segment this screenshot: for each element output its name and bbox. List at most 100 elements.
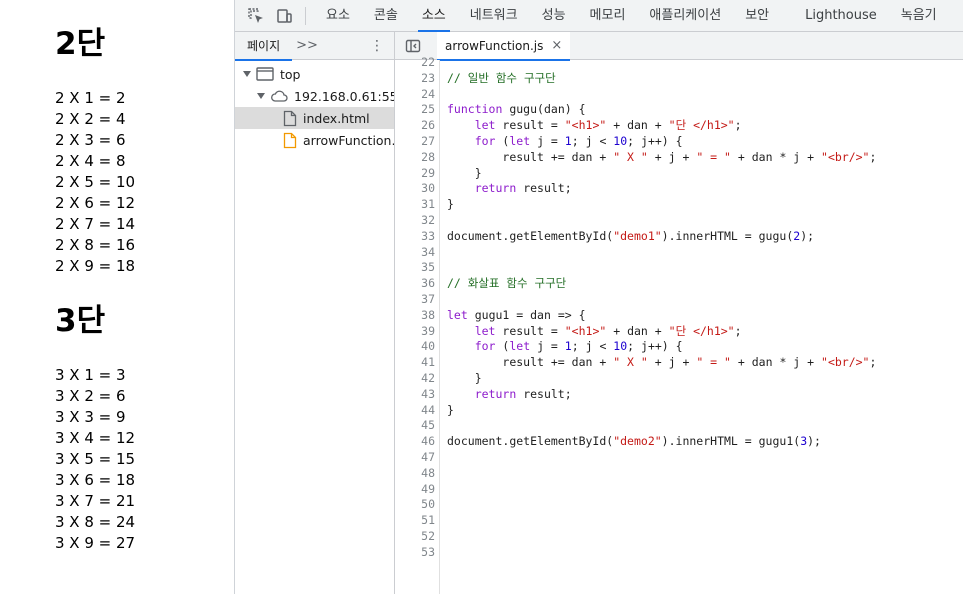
gugu-list-3: 3 X 1 = 3 3 X 2 = 6 3 X 3 = 9 3 X 4 = 12 3 X…	[55, 365, 234, 554]
line-number[interactable]: 42	[421, 371, 435, 387]
code-line[interactable]: document.getElementById("demo1").innerHT…	[447, 229, 814, 245]
line-number[interactable]: 46	[421, 434, 435, 450]
line-number[interactable]: 26	[421, 118, 435, 134]
line-number[interactable]: 53	[421, 545, 435, 561]
devtools-tab[interactable]: 녹음기	[889, 0, 949, 32]
device-toolbar-icon[interactable]	[275, 7, 293, 25]
line-number[interactable]: 48	[421, 466, 435, 482]
tree-item[interactable]: index.html	[235, 107, 394, 129]
line-number[interactable]: 29	[421, 166, 435, 182]
navigator-header: 페이지 >> ⋮	[235, 32, 394, 61]
line-number[interactable]: 35	[421, 260, 435, 276]
code-line[interactable]: }	[447, 371, 482, 387]
heading-dan-3: 3단	[55, 303, 106, 339]
line-number[interactable]: 50	[421, 497, 435, 513]
line-number[interactable]: 31	[421, 197, 435, 213]
gugu-line: 3 X 4 = 12	[55, 429, 136, 447]
line-number[interactable]: 45	[421, 418, 435, 434]
line-number[interactable]: 40	[421, 339, 435, 355]
gugu-line: 3 X 1 = 3	[55, 366, 126, 384]
devtools-tabs: 요소 콘솔 소스 네트워크 성능 메모리 애플리케이션 보안 Lighthouse 녹음기	[314, 0, 949, 32]
code-line[interactable]: }	[447, 403, 454, 419]
code-line[interactable]: let gugu1 = dan => {	[447, 308, 586, 324]
gugu-line: 3 X 3 = 9	[55, 408, 126, 426]
line-number[interactable]: 25	[421, 102, 435, 118]
devtools-tab[interactable]: Lighthouse	[793, 0, 889, 32]
line-number[interactable]: 43	[421, 387, 435, 403]
code-line[interactable]: }	[447, 197, 454, 213]
more-tabs-button[interactable]: >>	[292, 38, 322, 53]
code-line[interactable]: return result;	[447, 387, 572, 403]
devtools-toolbar: 요소 콘솔 소스 네트워크 성능 메모리 애플리케이션 보안 Lighthouse 녹음기	[235, 0, 963, 32]
line-number[interactable]: 49	[421, 482, 435, 498]
editor-tabs: arrowFunction.js ×	[395, 31, 963, 61]
inspect-element-icon[interactable]	[247, 7, 265, 25]
devtools-panel: 요소 콘솔 소스 네트워크 성능 메모리 애플리케이션 보안 Lighthouse 녹음기 페이지…	[234, 0, 963, 594]
tree-item[interactable]: 192.168.0.61:5500	[235, 85, 394, 107]
line-number[interactable]: 44	[421, 403, 435, 419]
file-tab-arrowfunction[interactable]: arrowFunction.js ×	[437, 31, 571, 61]
line-number[interactable]: 36	[421, 276, 435, 292]
line-number[interactable]: 23	[421, 71, 435, 87]
tree-item[interactable]: arrowFunction.js	[235, 129, 394, 151]
kebab-menu-icon[interactable]: ⋮	[370, 38, 384, 54]
gugu-line: 3 X 5 = 15	[55, 450, 136, 468]
gugu-line: 2 X 8 = 16	[55, 236, 136, 254]
line-number[interactable]: 37	[421, 292, 435, 308]
line-number[interactable]: 33	[421, 229, 435, 245]
code-line[interactable]: for (let j = 1; j < 10; j++) {	[447, 134, 683, 150]
devtools-tab[interactable]: 보안	[733, 0, 781, 32]
line-number[interactable]: 34	[421, 245, 435, 261]
line-number[interactable]: 28	[421, 150, 435, 166]
devtools-tab[interactable]: 메모리	[578, 0, 638, 32]
close-tab-icon[interactable]: ×	[551, 38, 562, 53]
gugu-line: 2 X 5 = 10	[55, 173, 136, 191]
line-number[interactable]: 22	[421, 55, 435, 71]
gugu-line: 2 X 1 = 2	[55, 89, 126, 107]
line-number[interactable]: 38	[421, 308, 435, 324]
gugu-line: 2 X 7 = 14	[55, 215, 136, 233]
cloud-icon	[270, 89, 288, 103]
tab-page[interactable]: 페이지	[235, 32, 293, 61]
code-line[interactable]: let result = "<h1>" + dan + "단 </h1>";	[447, 118, 742, 134]
gugu-list-2: 2 X 1 = 2 2 X 2 = 4 2 X 3 = 6 2 X 4 = 8 2 X …	[55, 88, 234, 277]
expand-triangle-icon[interactable]	[243, 71, 251, 77]
line-number[interactable]: 41	[421, 355, 435, 371]
toolbar-separator	[305, 6, 306, 25]
code-line[interactable]: return result;	[447, 181, 572, 197]
gugu-line: 2 X 9 = 18	[55, 257, 136, 275]
toggle-navigator-icon[interactable]	[405, 38, 421, 54]
gugu-line: 2 X 3 = 6	[55, 131, 126, 149]
devtools-tab[interactable]: 애플리케이션	[637, 0, 733, 32]
devtools-tab[interactable]: 소스	[410, 0, 458, 32]
gugu-line: 3 X 8 = 24	[55, 513, 136, 531]
line-number[interactable]: 30	[421, 181, 435, 197]
line-number[interactable]: 24	[421, 87, 435, 103]
line-number[interactable]: 51	[421, 513, 435, 529]
devtools-tab[interactable]: 요소	[314, 0, 362, 32]
code-line[interactable]: }	[447, 166, 482, 182]
expand-triangle-icon[interactable]	[257, 93, 265, 99]
devtools-tab[interactable]: 콘솔	[362, 0, 410, 32]
code-line[interactable]: result += dan + " X " + j + " = " + dan …	[447, 150, 876, 166]
code-line[interactable]: // 일반 함수 구구단	[447, 71, 556, 87]
line-number[interactable]: 52	[421, 529, 435, 545]
gugu-line: 3 X 6 = 18	[55, 471, 136, 489]
code-line[interactable]: document.getElementById("demo2").innerHT…	[447, 434, 821, 450]
code-line[interactable]: // 화살표 함수 구구단	[447, 276, 566, 292]
code-area[interactable]: 22 23 24 25 26 27 28 29 30 31 32 33 34 35 36 37 38 39 40 41…	[395, 55, 963, 594]
frame-icon	[256, 67, 274, 81]
tree-item[interactable]: top	[235, 63, 394, 85]
code-line[interactable]: function gugu(dan) {	[447, 102, 586, 118]
line-number[interactable]: 27	[421, 134, 435, 150]
code-line[interactable]: let result = "<h1>" + dan + "단 </h1>";	[447, 324, 742, 340]
gugu-line: 2 X 2 = 4	[55, 110, 126, 128]
devtools-tab[interactable]: 네트워크	[458, 0, 530, 32]
line-number[interactable]: 39	[421, 324, 435, 340]
line-number[interactable]: 47	[421, 450, 435, 466]
tree-item-label: top	[280, 66, 301, 82]
devtools-tab[interactable]: 성능	[530, 0, 578, 32]
code-line[interactable]: result += dan + " X " + j + " = " + dan …	[447, 355, 876, 371]
line-number[interactable]: 32	[421, 213, 435, 229]
code-line[interactable]: for (let j = 1; j < 10; j++) {	[447, 339, 683, 355]
